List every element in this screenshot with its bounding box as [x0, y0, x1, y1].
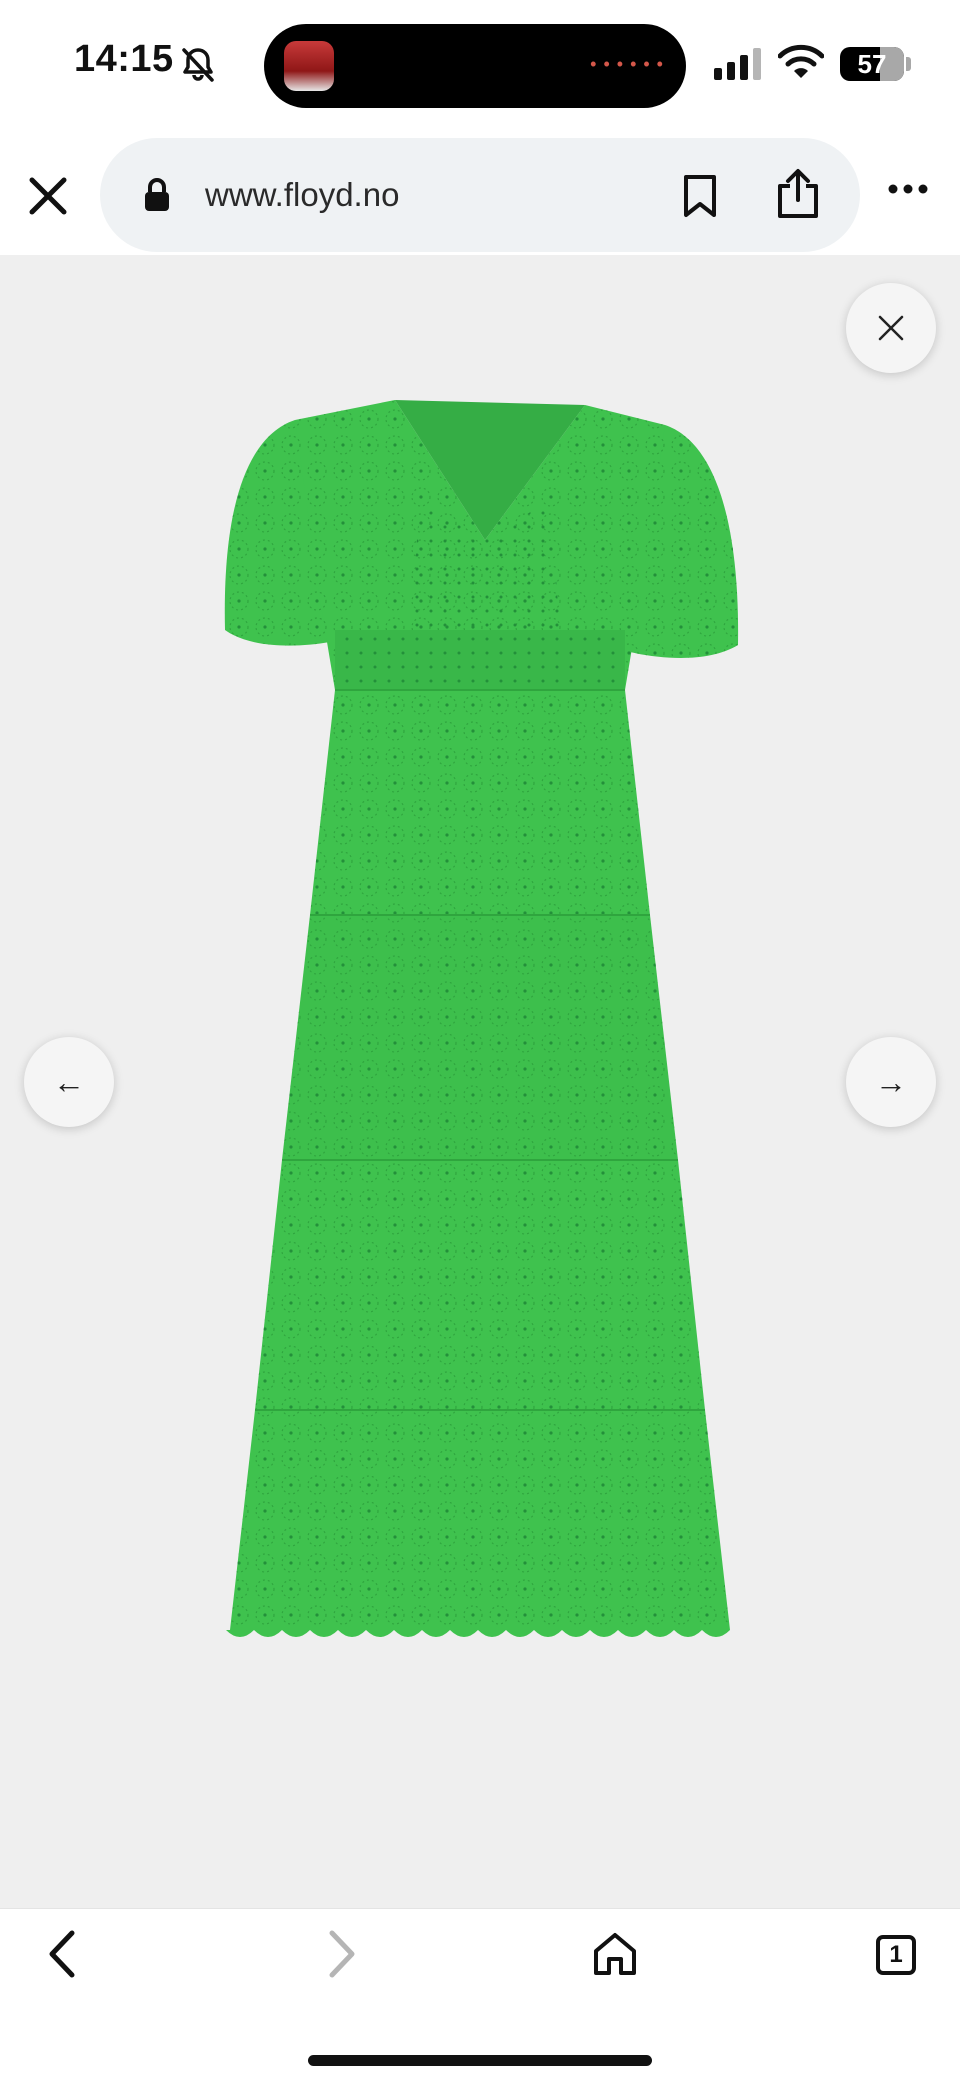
live-activity-indicator: • • • • • •	[590, 54, 664, 74]
live-activity-app-icon	[284, 41, 334, 91]
home-indicator	[308, 2055, 652, 2066]
next-image-button[interactable]: →	[846, 1037, 936, 1127]
close-icon	[878, 315, 904, 341]
bookmark-icon[interactable]	[682, 174, 718, 223]
browser-address-bar: www.floyd.no	[0, 130, 960, 255]
status-bar: 14:15 • • • • • • 57	[0, 0, 960, 130]
close-viewer-button[interactable]	[846, 283, 936, 373]
url-field[interactable]: www.floyd.no	[100, 138, 860, 252]
wifi-icon	[777, 44, 825, 85]
forward-icon[interactable]	[316, 1929, 366, 1984]
battery-icon: 57	[840, 47, 904, 81]
url-text: www.floyd.no	[205, 176, 400, 213]
close-icon[interactable]	[24, 172, 72, 220]
previous-image-button[interactable]: ←	[24, 1037, 114, 1127]
back-icon[interactable]	[38, 1929, 88, 1984]
signal-icon	[714, 48, 764, 85]
battery-cap	[906, 57, 911, 71]
product-image	[224, 400, 739, 1637]
home-icon[interactable]	[592, 1931, 638, 1982]
bell-slash-icon	[178, 44, 218, 84]
browser-toolbar: 1	[0, 1908, 960, 2082]
product-image-viewer: ← →	[0, 255, 960, 1908]
arrow-left-icon: ←	[53, 1064, 85, 1100]
share-icon[interactable]	[776, 168, 820, 225]
battery-level: 57	[857, 49, 887, 79]
lock-icon	[144, 178, 170, 217]
dynamic-island: • • • • • •	[264, 24, 686, 108]
tabs-icon[interactable]: 1	[876, 1935, 916, 1975]
more-icon[interactable]	[888, 182, 928, 200]
arrow-right-icon: →	[875, 1064, 907, 1100]
status-time: 14:15	[74, 38, 174, 80]
